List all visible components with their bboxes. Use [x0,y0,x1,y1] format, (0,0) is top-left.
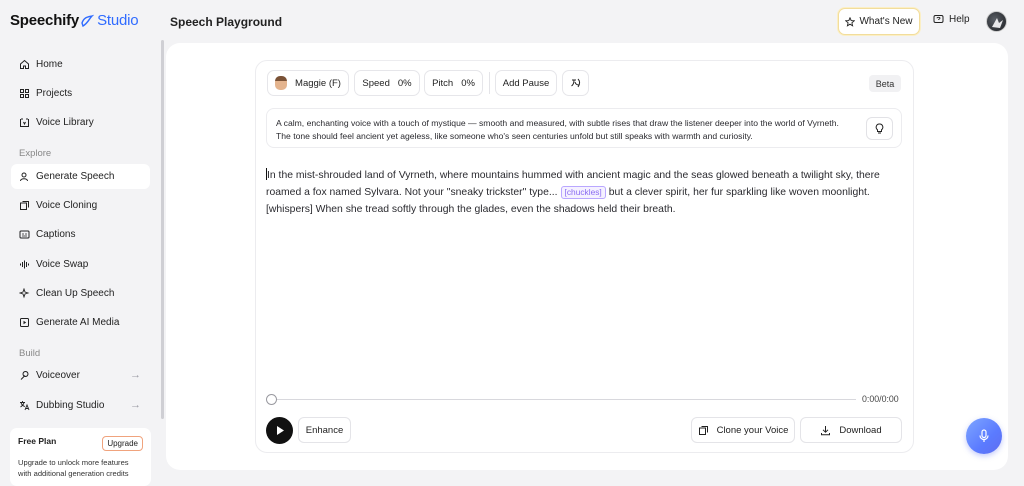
beta-badge: Beta [869,75,901,92]
voice-description-text: A calm, enchanting voice with a touch of… [276,118,839,141]
sidebar-item-clean-up-speech[interactable]: Clean Up Speech [11,281,150,306]
lightbulb-icon [875,123,884,133]
clone-voice-label: Clone your Voice [716,424,789,436]
upgrade-button[interactable]: Upgrade [102,436,143,451]
grid-icon [20,89,29,98]
add-pause-button[interactable]: Add Pause [495,70,557,96]
enhance-label: Enhance [305,424,344,436]
voice-label: Maggie (F) [295,77,341,89]
sidebar-item-voice-swap[interactable]: Voice Swap [11,252,150,277]
avatar-image-icon [992,18,1003,28]
sidebar-scrollbar[interactable] [161,40,164,419]
clone-icon [698,425,708,435]
media-icon [20,318,29,327]
help-icon [933,15,944,23]
home-icon [20,59,29,69]
arrow-right-icon: → [130,369,141,381]
pitch-value: 0% [461,77,475,89]
app-logo[interactable]: Speechify Studio [10,12,139,29]
pitch-label: Pitch [432,77,454,89]
section-build: Build [19,348,41,359]
sparkle-icon [19,288,30,299]
sidebar-item-generate-ai-media[interactable]: Generate AI Media [11,310,150,335]
sidebar-item-voice-cloning[interactable]: Voice Cloning [11,193,150,218]
speech-icon [20,172,28,182]
sidebar-item-home[interactable]: Home [11,52,150,77]
play-button[interactable] [266,417,293,444]
speed-control[interactable]: Speed 0% [354,70,420,96]
product-name: Studio [97,12,139,29]
sidebar-item-voiceover[interactable]: Voiceover → [11,363,150,388]
sidebar-item-voice-library[interactable]: Voice Library [11,110,150,135]
voice-avatar [275,76,288,90]
microphone-icon [979,429,989,442]
pronunciation-button[interactable] [562,70,589,96]
progress-track[interactable] [271,399,856,400]
sidebar-item-dubbing-studio[interactable]: Dubbing Studio → [11,393,150,418]
pitch-control[interactable]: Pitch 0% [424,70,483,96]
help-label: Help [949,14,970,25]
brand-name: Speechify [10,12,80,29]
plan-card: Free Plan Upgrade Upgrade to unlock more… [10,428,151,486]
help-button[interactable]: Help [933,14,970,25]
voiceover-icon [20,371,29,380]
whats-new-button[interactable]: What's New [838,8,920,35]
script-editor[interactable]: In the mist-shrouded land of Vyrneth, wh… [266,167,906,218]
library-icon [20,118,29,127]
download-icon [821,425,831,435]
add-pause-label: Add Pause [502,77,550,89]
sidebar-item-generate-speech[interactable]: Generate Speech [11,164,150,189]
clone-icon [20,201,29,210]
suggest-button[interactable] [866,117,893,140]
voice-selector[interactable]: Maggie (F) [267,70,349,96]
microphone-button[interactable] [966,418,1002,454]
voice-description-input[interactable]: A calm, enchanting voice with a touch of… [266,108,902,148]
star-icon [845,16,856,27]
captions-icon [19,230,30,239]
sidebar-item-captions[interactable]: Captions [11,222,150,247]
translate-icon [20,401,30,411]
time-readout: 0:00/0:00 [862,394,899,404]
speed-value: 0% [397,77,412,89]
arrow-right-icon: → [130,399,141,411]
pronunciation-icon [570,78,580,88]
user-avatar[interactable] [986,11,1007,32]
play-icon [276,426,284,435]
toolbar-divider [489,72,490,94]
download-label: Download [839,424,882,436]
top-bar: Speechify Studio Speech Playground What'… [0,0,1024,44]
sidebar-item-projects[interactable]: Projects [11,81,150,106]
progress-handle[interactable] [266,394,277,405]
download-button[interactable]: Download [800,417,902,443]
waveform-icon [20,260,29,269]
emotion-tag[interactable]: [chuckles] [560,186,606,199]
speed-label: Speed [362,77,390,89]
whats-new-label: What's New [859,16,913,27]
page-title: Speech Playground [170,15,283,29]
section-explore: Explore [19,148,52,159]
logo-mark-icon [81,14,95,27]
plan-description: Upgrade to unlock more features with add… [18,458,129,478]
enhance-button[interactable]: Enhance [298,417,351,443]
clone-voice-button[interactable]: Clone your Voice [691,417,795,443]
